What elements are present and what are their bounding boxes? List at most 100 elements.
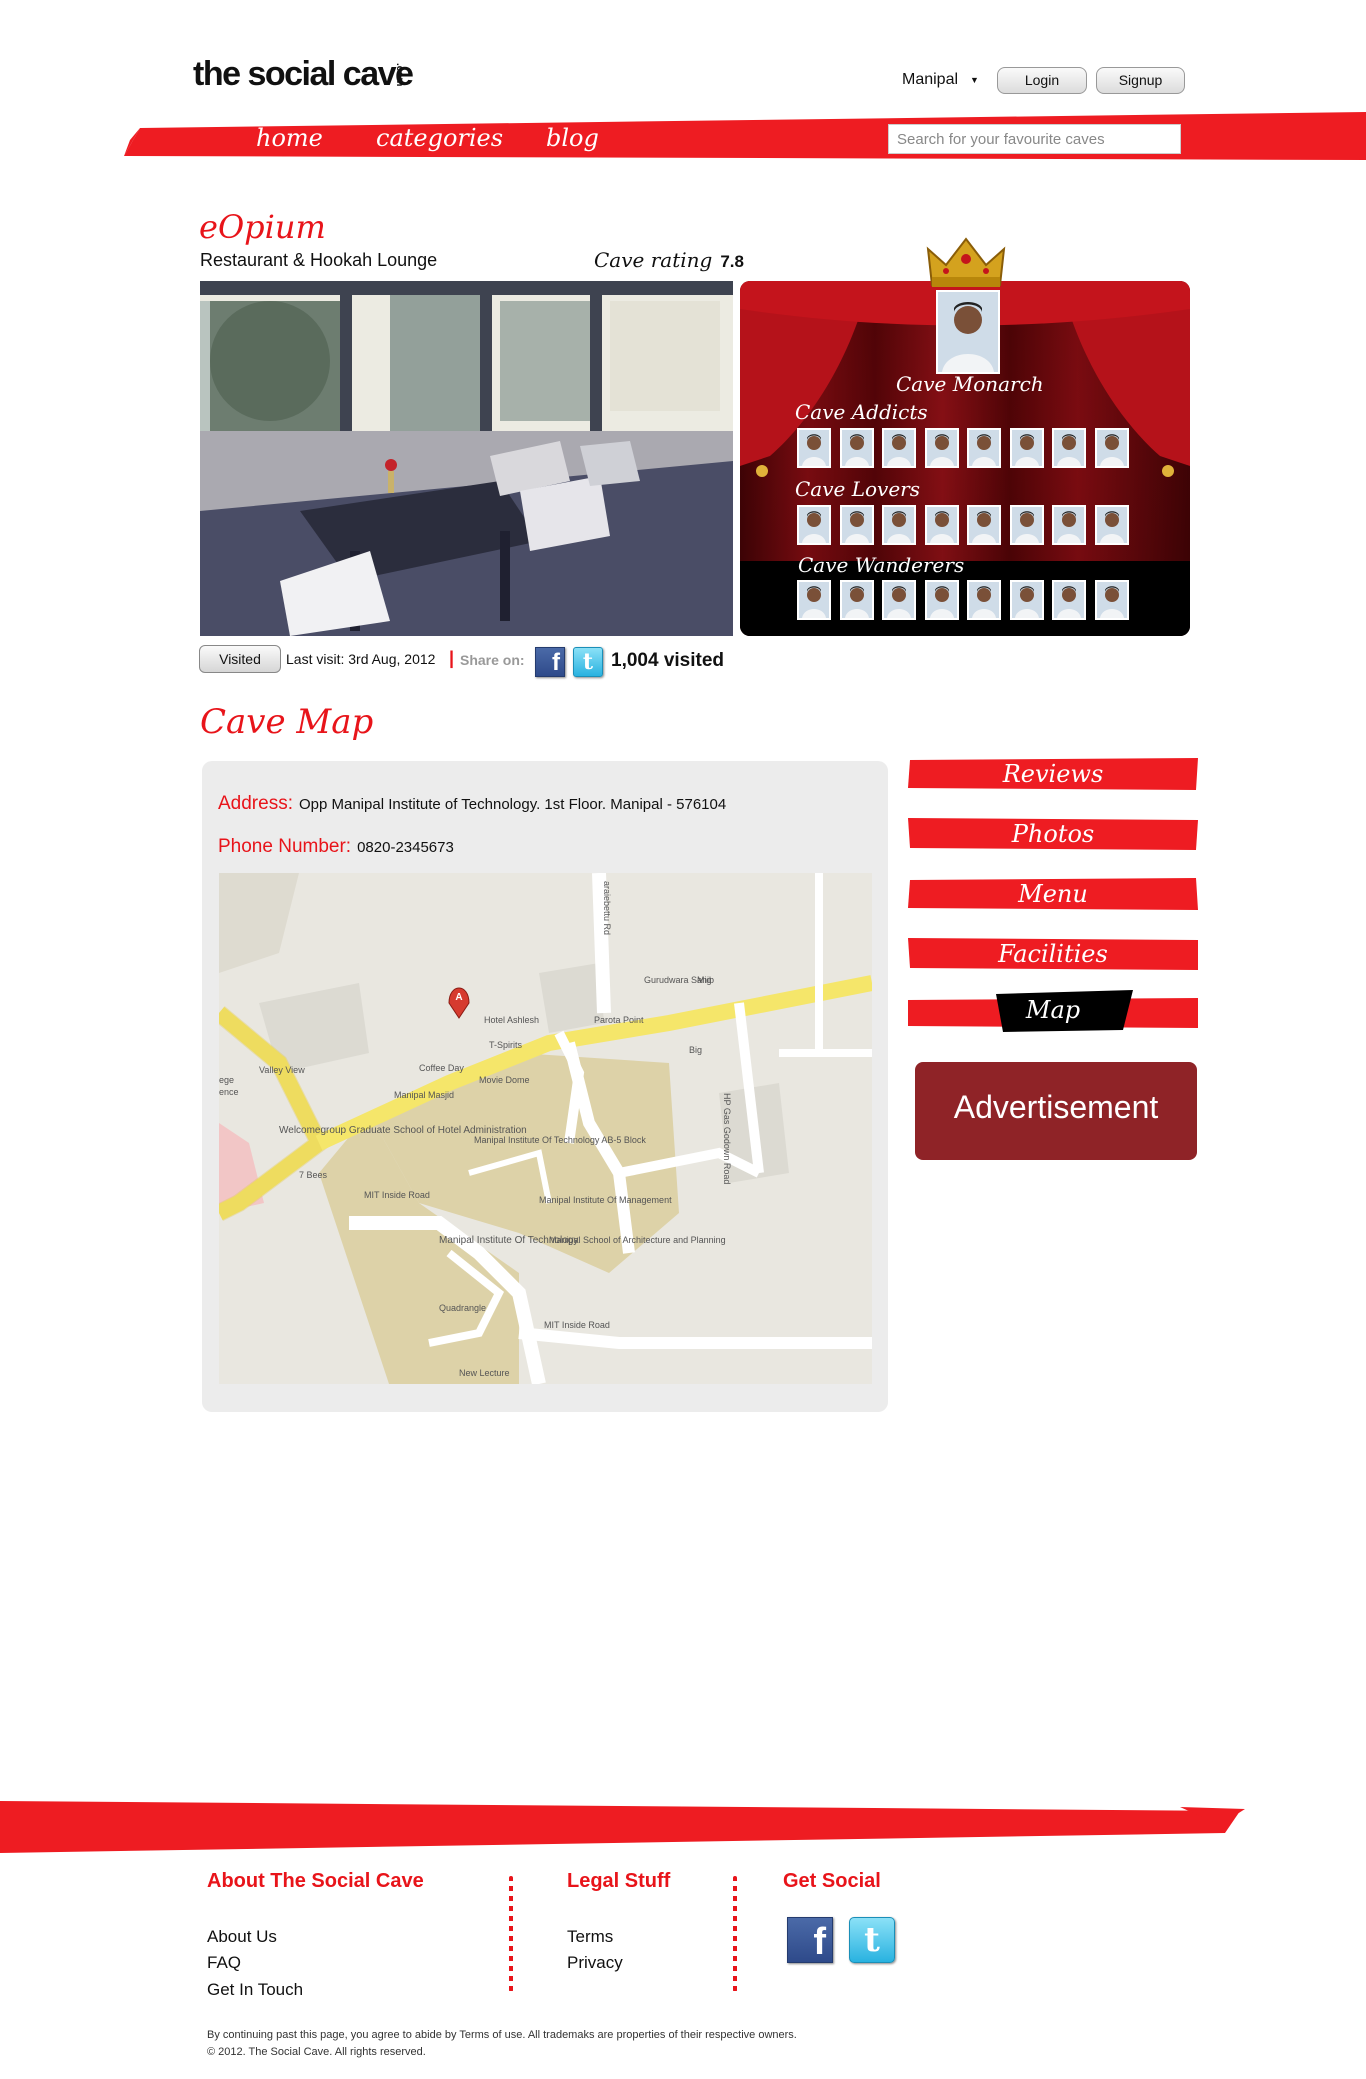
login-button[interactable]: Login <box>997 67 1087 94</box>
footer-legal-title: Legal Stuff <box>567 1870 671 1892</box>
advertisement-banner[interactable]: Advertisement <box>915 1062 1197 1160</box>
cave-name: eOpium <box>199 208 326 246</box>
tab-facilities[interactable]: Facilities <box>908 938 1198 972</box>
map-label-valley: Valley View <box>259 1065 305 1075</box>
map-label-lecture: New Lecture <box>459 1368 510 1378</box>
restaurant-interior-image <box>200 281 733 636</box>
copyright: © 2012. The Social Cave. All rights rese… <box>207 2046 426 2058</box>
map-canvas: A araiebettu Rd Gurudwara Sahib Mig Paro… <box>219 873 872 1384</box>
nav-home[interactable]: home <box>256 124 323 152</box>
member-avatar-lovers[interactable] <box>1052 505 1086 545</box>
map-label-inside1: MIT Inside Road <box>364 1190 430 1200</box>
map-label-movie: Movie Dome <box>479 1075 530 1085</box>
chevron-down-icon: ▼ <box>970 74 979 85</box>
share-label: Share on: <box>460 652 525 668</box>
tab-map[interactable]: Map <box>908 990 1198 1032</box>
member-avatar-addicts[interactable] <box>797 428 831 468</box>
member-avatar-wanderers[interactable] <box>1094 580 1129 620</box>
map-label-mit-block: Manipal Institute Of Technology AB-5 Blo… <box>474 1135 646 1145</box>
phone-label: Phone Number: <box>218 836 352 857</box>
footer-link-faq[interactable]: FAQ <box>207 1953 241 1973</box>
map-label-tspirits: T-Spirits <box>489 1040 523 1050</box>
tier-lovers-label: Cave Lovers <box>795 477 920 501</box>
nav-blog[interactable]: blog <box>546 124 599 152</box>
map-label-masjid: Manipal Masjid <box>394 1090 454 1100</box>
phone-value: 0820-2345673 <box>357 839 454 856</box>
cave-rating: Cave rating 7.8 <box>594 248 744 273</box>
address-row: Address: Opp Manipal Institute of Technol… <box>218 793 726 815</box>
member-avatar-lovers[interactable] <box>967 505 1001 545</box>
member-avatar-wanderers[interactable] <box>882 580 916 620</box>
facebook-icon[interactable]: f <box>787 1917 833 1963</box>
rating-label: Cave rating <box>594 248 713 272</box>
city-label: Manipal <box>902 71 959 88</box>
twitter-icon[interactable]: t <box>849 1917 895 1963</box>
map-label-coffee: Coffee Day <box>419 1063 464 1073</box>
tab-photos[interactable]: Photos <box>908 818 1198 852</box>
twitter-share-icon[interactable]: t <box>573 647 603 677</box>
map-label-bees: 7 Bees <box>299 1170 328 1180</box>
footer-link-terms[interactable]: Terms <box>567 1927 613 1947</box>
member-avatar-addicts[interactable] <box>1094 428 1129 468</box>
nav-categories[interactable]: categories <box>376 124 503 152</box>
footer-divider <box>733 1876 737 1992</box>
member-avatar-wanderers[interactable] <box>839 580 874 620</box>
divider: | <box>449 648 455 668</box>
member-avatar-addicts[interactable] <box>967 428 1001 468</box>
footer-social-title: Get Social <box>783 1870 881 1892</box>
tier-wanderers-label: Cave Wanderers <box>798 553 965 577</box>
map-label-godown: HP Gas Godown Road <box>722 1093 732 1184</box>
map-label-road-top: araiebettu Rd <box>602 881 612 935</box>
map-label-ege: ege <box>219 1075 234 1085</box>
section-title: Cave Map <box>200 702 374 742</box>
member-avatar-wanderers[interactable] <box>1009 580 1044 620</box>
legal-notice: By continuing past this page, you agree … <box>207 2029 797 2041</box>
search-input[interactable] <box>888 124 1181 154</box>
map-label-big: Big <box>689 1045 702 1055</box>
monarch-avatar[interactable] <box>936 290 1000 374</box>
member-avatar-addicts[interactable] <box>882 428 916 468</box>
cave-photo[interactable] <box>200 281 733 636</box>
visited-button[interactable]: Visited <box>199 645 281 673</box>
member-avatar-addicts[interactable] <box>924 428 959 468</box>
location-map[interactable]: A araiebettu Rd Gurudwara Sahib Mig Paro… <box>219 873 872 1384</box>
footer-link-get-in-touch[interactable]: Get In Touch <box>207 1980 303 2000</box>
logo-suffix: .com <box>394 63 406 87</box>
member-avatar-addicts[interactable] <box>1009 428 1044 468</box>
member-avatar-lovers[interactable] <box>1009 505 1044 545</box>
svg-text:A: A <box>455 992 462 1003</box>
tab-reviews[interactable]: Reviews <box>908 758 1198 792</box>
phone-row: Phone Number: 0820-2345673 <box>218 836 454 858</box>
member-avatar-addicts[interactable] <box>839 428 874 468</box>
member-avatar-lovers[interactable] <box>924 505 959 545</box>
member-avatar-wanderers[interactable] <box>967 580 1001 620</box>
footer-link-privacy[interactable]: Privacy <box>567 1953 623 1973</box>
member-avatar-lovers[interactable] <box>839 505 874 545</box>
footer-band <box>0 1801 1245 1853</box>
member-avatar-lovers[interactable] <box>882 505 916 545</box>
footer-link-about-us[interactable]: About Us <box>207 1927 277 1947</box>
last-visit: Last visit: 3rd Aug, 2012 <box>286 651 436 667</box>
crown-icon <box>926 237 1006 287</box>
member-avatar-wanderers[interactable] <box>797 580 831 620</box>
map-label-quadrangle: Quadrangle <box>439 1303 486 1313</box>
rating-value: 7.8 <box>720 252 744 271</box>
city-selector[interactable]: Manipal ▼ <box>902 71 979 89</box>
signup-button[interactable]: Signup <box>1096 67 1185 94</box>
visited-count: 1,004 visited <box>611 650 725 671</box>
tier-addicts-label: Cave Addicts <box>795 400 928 424</box>
map-label-hotel: Hotel Ashlesh <box>484 1015 539 1025</box>
tab-menu[interactable]: Menu <box>908 878 1198 912</box>
site-logo[interactable]: the social cave .com <box>193 55 414 94</box>
member-avatar-wanderers[interactable] <box>924 580 959 620</box>
member-avatar-lovers[interactable] <box>797 505 831 545</box>
page: the social cave .com Manipal ▼ Login Sign… <box>0 0 1366 2079</box>
member-avatar-addicts[interactable] <box>1052 428 1086 468</box>
map-label-arch: Manipal School of Architecture and Plann… <box>549 1235 726 1245</box>
member-avatar-lovers[interactable] <box>1094 505 1129 545</box>
footer-divider <box>509 1876 513 1992</box>
map-label-parota: Parota Point <box>594 1015 644 1025</box>
address-value: Opp Manipal Institute of Technology. 1st… <box>298 796 727 813</box>
facebook-share-icon[interactable]: f <box>535 647 565 677</box>
member-avatar-wanderers[interactable] <box>1052 580 1086 620</box>
